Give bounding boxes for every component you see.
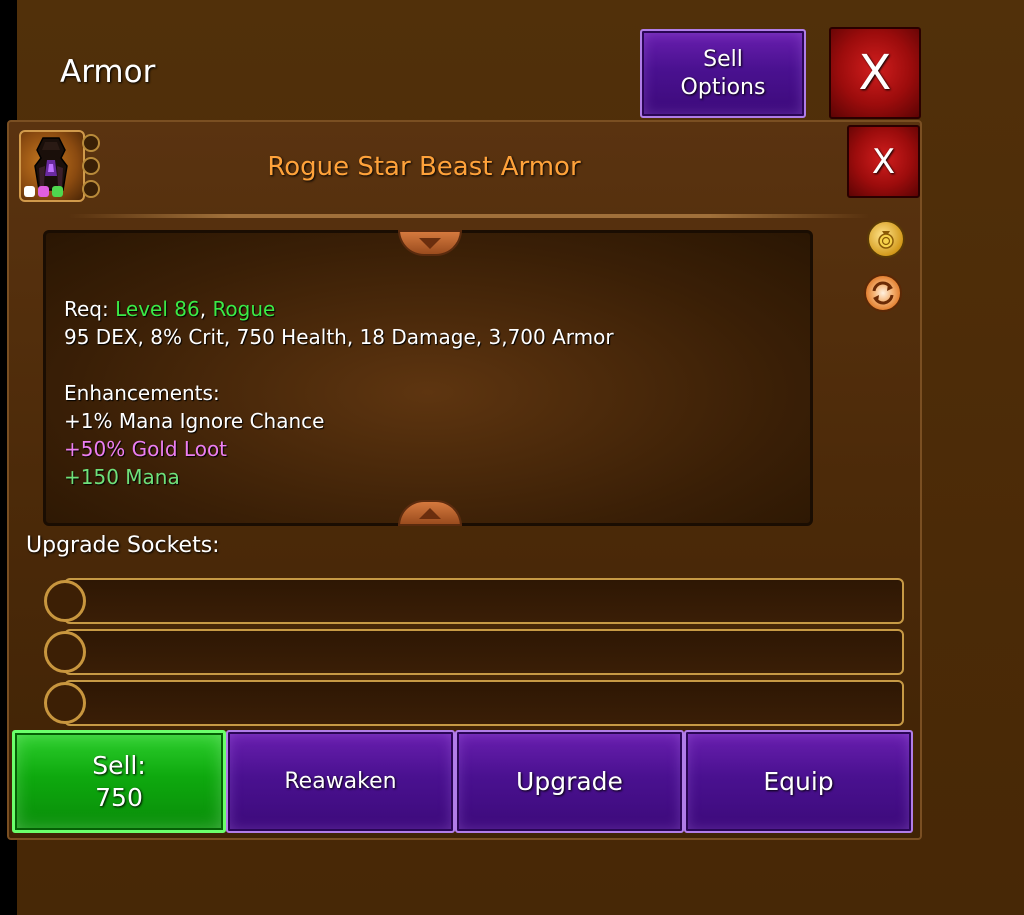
reawaken-button[interactable]: Reawaken	[226, 730, 455, 833]
sell-options-line2: Options	[680, 74, 766, 100]
scroll-up-button[interactable]	[398, 230, 462, 256]
requirement-line: Req: Level 86, Rogue	[64, 295, 614, 323]
coin-icon	[878, 231, 894, 249]
rarity-dot-pink	[38, 186, 49, 197]
upgrade-label: Upgrade	[516, 767, 623, 796]
upgrade-sockets-label: Upgrade Sockets:	[26, 533, 220, 558]
rarity-dot-green	[52, 186, 63, 197]
req-level: Level 86	[115, 297, 200, 321]
enhancement-line: +1% Mana Ignore Chance	[64, 409, 325, 433]
socket-circle-icon	[44, 631, 86, 673]
req-separator: ,	[199, 297, 207, 321]
socket-circle-icon	[44, 580, 86, 622]
req-class: Rogue	[212, 297, 276, 321]
item-name: Rogue Star Beast Armor	[267, 152, 581, 182]
stats-text: Req: Level 86, Rogue 95 DEX, 8% Crit, 75…	[64, 295, 614, 491]
req-prefix: Req:	[64, 297, 109, 321]
main-stats-line: 95 DEX, 8% Crit, 750 Health, 18 Damage, …	[64, 325, 614, 349]
sell-options-line1: Sell	[703, 46, 743, 72]
upgrade-socket-slot[interactable]	[64, 629, 904, 675]
header-divider	[69, 214, 869, 218]
socket-circle-icon	[44, 682, 86, 724]
gold-bag-icon[interactable]	[867, 220, 905, 258]
swap-arrows-icon	[872, 281, 894, 305]
sell-button[interactable]: Sell: 750	[12, 730, 226, 833]
reawaken-label: Reawaken	[284, 769, 397, 794]
close-icon: X	[858, 45, 892, 101]
outer-close-button[interactable]: X	[829, 27, 921, 119]
reset-icon[interactable]	[864, 274, 902, 312]
enhancements-title: Enhancements:	[64, 381, 220, 405]
armor-item-icon[interactable]	[19, 130, 85, 202]
chevron-up-icon	[419, 507, 441, 519]
item-detail-panel: Rogue Star Beast Armor X Req: Level 86, …	[7, 120, 922, 840]
upgrade-socket-slot[interactable]	[64, 680, 904, 726]
equip-label: Equip	[763, 767, 834, 796]
enhancement-line: +150 Mana	[64, 465, 180, 489]
sell-price: 750	[95, 782, 143, 812]
rarity-dot-white	[24, 186, 35, 197]
chevron-down-icon	[419, 237, 441, 249]
scroll-down-button[interactable]	[398, 500, 462, 526]
upgrade-socket-slot[interactable]	[64, 578, 904, 624]
item-stats-box: Req: Level 86, Rogue 95 DEX, 8% Crit, 75…	[43, 230, 813, 526]
close-icon: X	[871, 141, 896, 182]
page-title: Armor	[60, 54, 156, 90]
action-bar: Sell: 750 Reawaken Upgrade Equip	[12, 730, 919, 833]
item-socket-dot	[82, 157, 100, 175]
upgrade-button[interactable]: Upgrade	[455, 730, 684, 833]
enhancement-line: +50% Gold Loot	[64, 437, 228, 461]
sell-options-button[interactable]: Sell Options	[640, 29, 806, 118]
equip-button[interactable]: Equip	[684, 730, 913, 833]
sell-label: Sell:	[92, 750, 146, 780]
item-close-button[interactable]: X	[847, 125, 920, 198]
item-socket-dot	[82, 134, 100, 152]
item-socket-dot	[82, 180, 100, 198]
